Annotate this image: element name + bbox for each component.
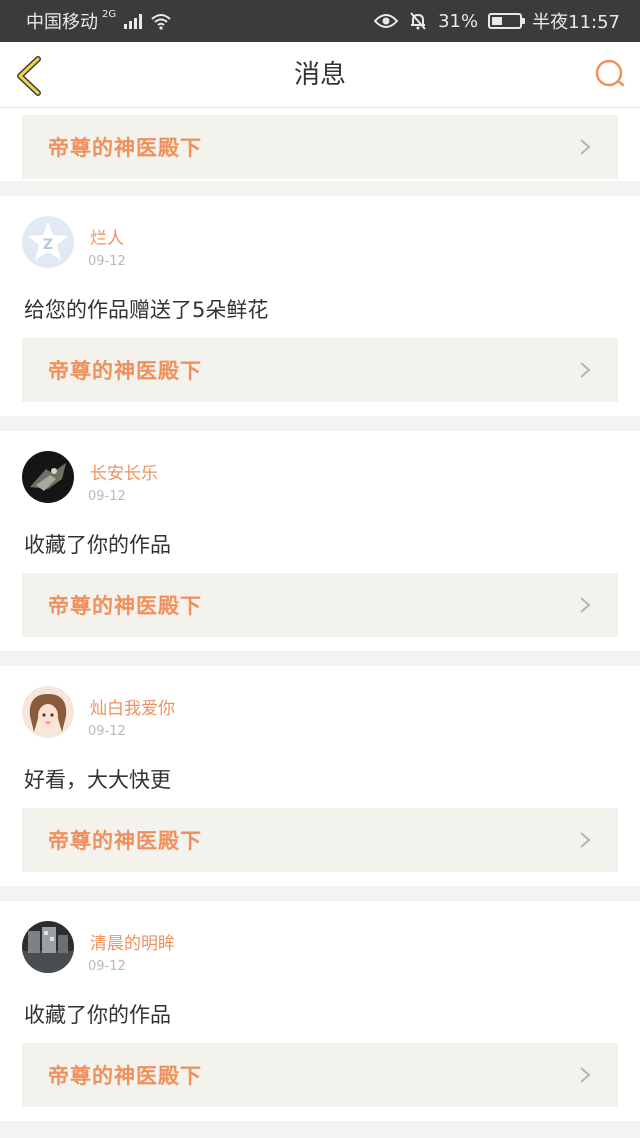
work-title: 帝尊的神医殿下 [48, 829, 202, 853]
app-header: 消息 [0, 42, 640, 108]
message-card: 帝尊的神医殿下 [0, 108, 640, 181]
search-button[interactable] [594, 58, 626, 90]
avatar[interactable] [22, 451, 74, 503]
status-bar: 中国移动 2G 31% 半夜11:57 [0, 0, 640, 42]
username[interactable]: 清晨的明眸 [90, 929, 175, 954]
work-link[interactable]: 帝尊的神医殿下 [22, 573, 618, 637]
work-link[interactable]: 帝尊的神医殿下 [22, 338, 618, 402]
work-title: 帝尊的神医殿下 [48, 359, 202, 383]
search-icon [595, 59, 625, 87]
default-star-avatar-icon: Z [22, 216, 74, 268]
chevron-right-icon [580, 597, 591, 613]
message-list: 帝尊的神医殿下 Z 烂人 09-12 给您的作品赠送了5朵鲜花 帝尊的神医殿下 [0, 108, 640, 1136]
chevron-right-icon [580, 139, 591, 155]
message-card: 灿白我爱你 09-12 好看，大大快更 帝尊的神医殿下 [0, 666, 640, 886]
avatar[interactable] [22, 686, 74, 738]
work-link[interactable]: 帝尊的神医殿下 [22, 1043, 618, 1107]
message-text: 收藏了你的作品 [24, 1003, 171, 1027]
anime-girl-avatar-icon [22, 686, 74, 738]
message-text: 好看，大大快更 [24, 768, 171, 792]
username[interactable]: 灿白我爱你 [90, 694, 175, 719]
eye-icon [374, 14, 399, 28]
dark-photo-avatar-icon [22, 451, 74, 503]
username[interactable]: 烂人 [90, 224, 124, 249]
work-title: 帝尊的神医殿下 [48, 136, 202, 160]
wifi-icon [151, 14, 171, 30]
battery-icon [488, 13, 526, 29]
work-link[interactable]: 帝尊的神医殿下 [22, 808, 618, 872]
message-date: 09-12 [88, 724, 126, 739]
work-title: 帝尊的神医殿下 [48, 594, 202, 618]
message-date: 09-12 [88, 254, 126, 269]
clock: 半夜11:57 [532, 12, 620, 33]
street-photo-avatar-icon [22, 921, 74, 973]
work-link[interactable]: 帝尊的神医殿下 [22, 115, 618, 179]
mute-bell-icon [410, 12, 426, 30]
avatar[interactable] [22, 921, 74, 973]
avatar[interactable]: Z [22, 216, 74, 268]
carrier-name: 中国移动 [26, 12, 98, 33]
chevron-right-icon [580, 362, 591, 378]
message-card: 清晨的明眸 09-12 收藏了你的作品 帝尊的神医殿下 [0, 901, 640, 1121]
message-date: 09-12 [88, 489, 126, 504]
chevron-right-icon [580, 1067, 591, 1083]
username[interactable]: 长安长乐 [90, 459, 158, 484]
message-text: 收藏了你的作品 [24, 533, 171, 557]
svg-text:Z: Z [43, 237, 53, 253]
message-card: 长安长乐 09-12 收藏了你的作品 帝尊的神医殿下 [0, 431, 640, 651]
work-title: 帝尊的神医殿下 [48, 1064, 202, 1088]
battery-percent: 31% [438, 10, 479, 32]
message-date: 09-12 [88, 959, 126, 974]
message-card: Z 烂人 09-12 给您的作品赠送了5朵鲜花 帝尊的神医殿下 [0, 196, 640, 416]
chevron-right-icon [580, 832, 591, 848]
network-type: 2G [102, 8, 117, 20]
message-text: 给您的作品赠送了5朵鲜花 [24, 298, 269, 322]
signal-icon [124, 13, 143, 29]
page-title: 消息 [293, 60, 346, 90]
